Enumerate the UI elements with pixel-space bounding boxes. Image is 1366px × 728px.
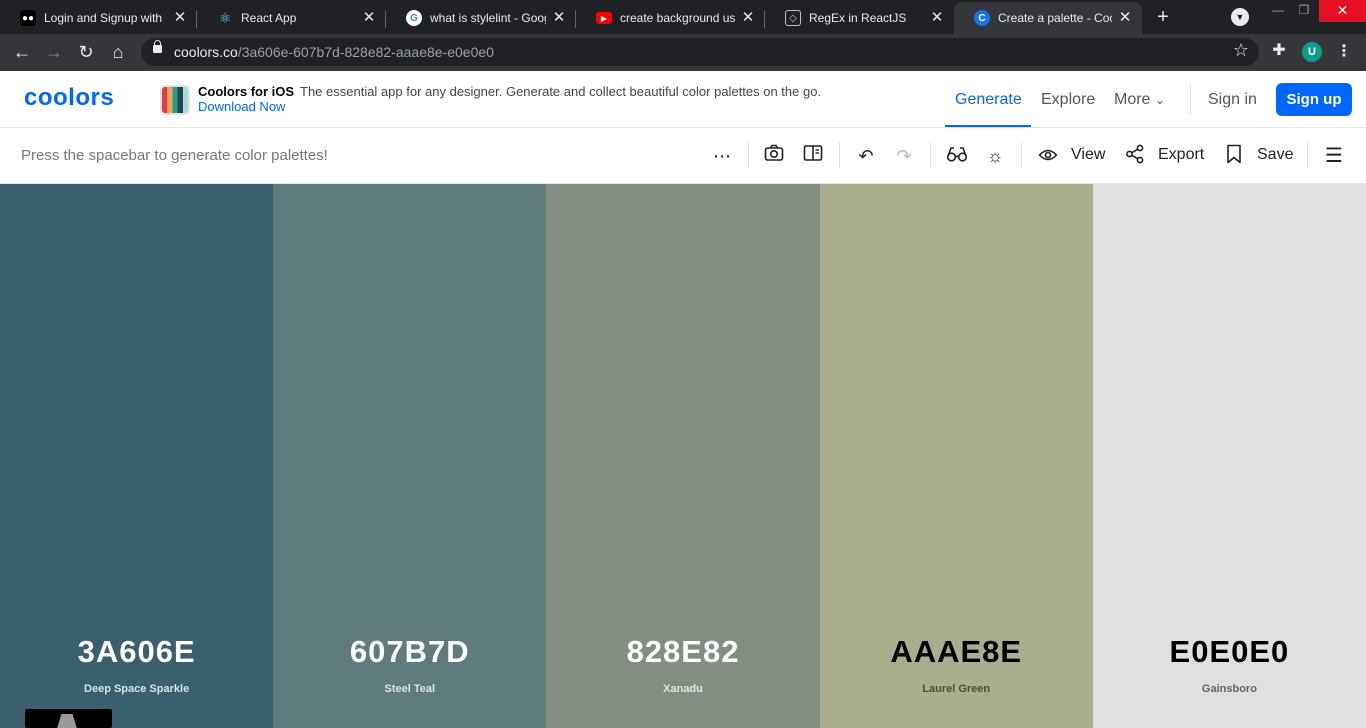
header-divider: [1190, 84, 1191, 114]
sign-up-button[interactable]: Sign up: [1276, 83, 1352, 116]
export-button[interactable]: Export: [1158, 146, 1204, 164]
swatch-hex[interactable]: AAAE8E: [820, 634, 1093, 670]
browser-tab[interactable]: G what is stylelint - Googl ✕: [386, 2, 576, 34]
tab-title: React App: [241, 11, 297, 25]
toolbar-divider: [1021, 142, 1022, 168]
tab-title: Login and Signup with: [44, 11, 163, 25]
color-palette: 3A606E Deep Space Sparkle 607B7D Steel T…: [0, 184, 1366, 728]
color-swatch[interactable]: 828E82 Xanadu: [546, 184, 820, 728]
generator-toolbar: Press the spacebar to generate color pal…: [0, 128, 1366, 184]
close-tab-icon[interactable]: ✕: [1118, 10, 1132, 25]
browser-tab[interactable]: ⚛ React App ✕: [197, 2, 386, 34]
url-text[interactable]: coolors.co/3a606e-607b7d-828e82-aaae8e-e…: [174, 44, 494, 60]
address-bar[interactable]: coolors.co/3a606e-607b7d-828e82-aaae8e-e…: [141, 38, 1259, 66]
floating-dock-widget[interactable]: [25, 709, 112, 728]
hamburger-menu-icon[interactable]: ☰: [1322, 144, 1346, 168]
youtube-icon: ▶: [596, 12, 612, 24]
medium-icon: ●●: [20, 10, 36, 26]
swatch-hex[interactable]: 3A606E: [0, 634, 273, 670]
bookmark-icon[interactable]: [1222, 144, 1246, 168]
view-button[interactable]: View: [1071, 146, 1105, 164]
bookmark-star-icon[interactable]: ☆: [1233, 40, 1249, 61]
forward-icon[interactable]: →: [42, 40, 66, 64]
tab-title: create background usin: [620, 11, 735, 25]
nav-more[interactable]: More ⌄: [1114, 91, 1165, 109]
close-tab-icon[interactable]: ✕: [552, 10, 566, 25]
browser-toolbar: ← → ↻ ⌂ coolors.co/3a606e-607b7d-828e82-…: [0, 34, 1366, 71]
toolbar-divider: [1307, 142, 1308, 168]
camera-icon[interactable]: [762, 144, 786, 168]
swatch-color-name[interactable]: Xanadu: [546, 683, 819, 695]
coolors-icon: C: [974, 10, 990, 26]
toolbar-divider: [748, 142, 749, 168]
color-swatch[interactable]: 3A606E Deep Space Sparkle: [0, 184, 274, 728]
browser-tab[interactable]: ◇ RegEx in ReactJS ✕: [765, 2, 954, 34]
nav-explore[interactable]: Explore: [1041, 91, 1095, 109]
tab-title: RegEx in ReactJS: [809, 11, 907, 25]
swatch-hex[interactable]: E0E0E0: [1093, 634, 1366, 670]
browser-tab-active[interactable]: C Create a palette - Coolo ✕: [954, 2, 1142, 34]
swatch-color-name[interactable]: Deep Space Sparkle: [0, 683, 273, 695]
share-icon[interactable]: [1123, 144, 1147, 168]
promo-description: The essential app for any designer. Gene…: [300, 84, 822, 99]
close-window-icon[interactable]: ✕: [1319, 0, 1366, 22]
reload-icon[interactable]: ↻: [74, 40, 98, 64]
sign-in-link[interactable]: Sign in: [1208, 91, 1257, 109]
color-swatch[interactable]: AAAE8E Laurel Green: [819, 184, 1093, 728]
swatch-color-name[interactable]: Steel Teal: [273, 683, 546, 695]
eye-icon[interactable]: [1036, 144, 1060, 168]
swatch-hex[interactable]: 607B7D: [273, 634, 546, 670]
tab-search-icon[interactable]: ▼: [1231, 8, 1249, 26]
swatch-color-name[interactable]: Laurel Green: [820, 683, 1093, 695]
compare-layout-icon[interactable]: [801, 144, 825, 168]
tab-title: what is stylelint - Googl: [430, 11, 546, 25]
new-tab-button[interactable]: +: [1150, 5, 1176, 29]
close-tab-icon[interactable]: ✕: [741, 10, 755, 25]
swatch-hex[interactable]: 828E82: [546, 634, 819, 670]
avatar[interactable]: U: [1302, 42, 1322, 62]
browser-tab-strip: ●● Login and Signup with ✕ ⚛ React App ✕…: [0, 0, 1366, 34]
glasses-icon[interactable]: [945, 144, 969, 168]
nav-generate[interactable]: Generate: [955, 91, 1022, 109]
close-tab-icon[interactable]: ✕: [362, 10, 376, 25]
nav-more-label: More: [1114, 91, 1151, 108]
color-swatch[interactable]: E0E0E0 Gainsboro: [1092, 184, 1366, 728]
close-tab-icon[interactable]: ✕: [930, 10, 944, 25]
save-button[interactable]: Save: [1257, 146, 1293, 164]
google-icon: G: [406, 10, 422, 26]
browser-tab[interactable]: ▶ create background usin ✕: [576, 2, 765, 34]
close-tab-icon[interactable]: ✕: [173, 10, 187, 25]
ios-app-icon: [160, 85, 190, 115]
color-swatch[interactable]: 607B7D Steel Teal: [273, 184, 547, 728]
download-now-link[interactable]: Download Now: [198, 99, 285, 114]
browser-tab[interactable]: ●● Login and Signup with ✕: [0, 2, 197, 34]
coolors-logo[interactable]: coolors: [24, 84, 114, 112]
home-icon[interactable]: ⌂: [106, 40, 130, 64]
swatch-color-name[interactable]: Gainsboro: [1093, 683, 1366, 695]
more-options-icon[interactable]: ⋯: [710, 144, 734, 168]
site-icon: ◇: [785, 10, 801, 26]
browser-menu-icon[interactable]: ⋮: [1336, 40, 1352, 64]
chevron-down-icon: ⌄: [1154, 93, 1165, 107]
spacebar-hint: Press the spacebar to generate color pal…: [21, 147, 328, 164]
redo-icon[interactable]: ↷: [892, 144, 916, 168]
react-icon: ⚛: [218, 9, 232, 26]
tab-title: Create a palette - Coolo: [998, 11, 1112, 25]
toolbar-divider: [839, 142, 840, 168]
brightness-icon[interactable]: ☼: [983, 144, 1007, 168]
promo-title: Coolors for iOS: [198, 84, 295, 99]
back-icon[interactable]: ←: [10, 40, 34, 64]
extensions-icon[interactable]: ✚: [1270, 42, 1288, 60]
site-header: coolors Coolors for iOS The essential ap…: [0, 71, 1366, 128]
undo-icon[interactable]: ↶: [854, 144, 878, 168]
nav-active-underline: [945, 125, 1031, 127]
lock-icon[interactable]: [153, 40, 162, 53]
toolbar-divider: [930, 142, 931, 168]
